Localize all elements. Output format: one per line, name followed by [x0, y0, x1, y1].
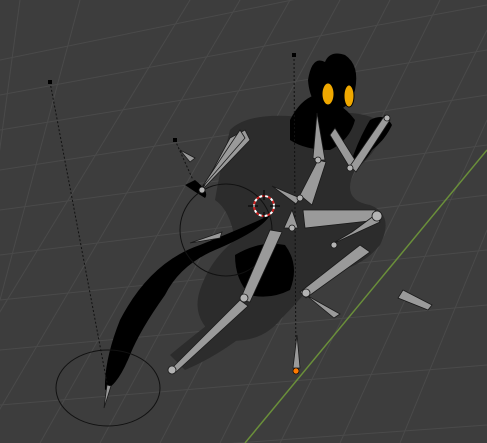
ik-target-handle-mid[interactable] — [173, 138, 177, 142]
left-eye — [321, 82, 335, 106]
ik-target-handle-right[interactable] — [292, 53, 296, 57]
ik-target-handle-left[interactable] — [48, 80, 52, 84]
viewport-3d[interactable] — [0, 0, 487, 443]
right-eye — [343, 84, 355, 108]
object-origin-icon[interactable] — [292, 367, 300, 375]
viewport-scene[interactable] — [0, 0, 487, 443]
